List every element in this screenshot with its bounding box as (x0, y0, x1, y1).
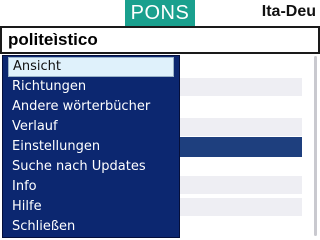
menu-item-suche-nach-updates[interactable]: Suche nach Updates (8, 157, 174, 177)
menu-item-richtungen[interactable]: Richtungen (8, 77, 174, 97)
scrollbar[interactable] (314, 56, 317, 236)
list-item[interactable] (180, 198, 302, 216)
menu-item-einstellungen[interactable]: Einstellungen (8, 137, 174, 157)
language-direction-label[interactable]: Ita-Deu (262, 3, 316, 21)
menu-item-hilfe[interactable]: Hilfe (8, 197, 174, 217)
search-input[interactable]: politeìstico (0, 26, 320, 54)
list-item[interactable] (180, 118, 302, 136)
pons-logo: PONS (125, 0, 195, 26)
list-item-selected[interactable] (180, 137, 302, 157)
list-item[interactable] (180, 78, 302, 96)
menu-item-andere-woerterbuecher[interactable]: Andere wörterbücher (8, 97, 174, 117)
list-item[interactable] (180, 176, 302, 194)
menu-item-schliessen[interactable]: Schließen (8, 217, 174, 237)
menu-item-ansicht[interactable]: Ansicht (8, 57, 174, 77)
context-menu: Ansicht Richtungen Andere wörterbücher V… (2, 55, 180, 238)
menu-item-verlauf[interactable]: Verlauf (8, 117, 174, 137)
menu-item-info[interactable]: Info (8, 177, 174, 197)
